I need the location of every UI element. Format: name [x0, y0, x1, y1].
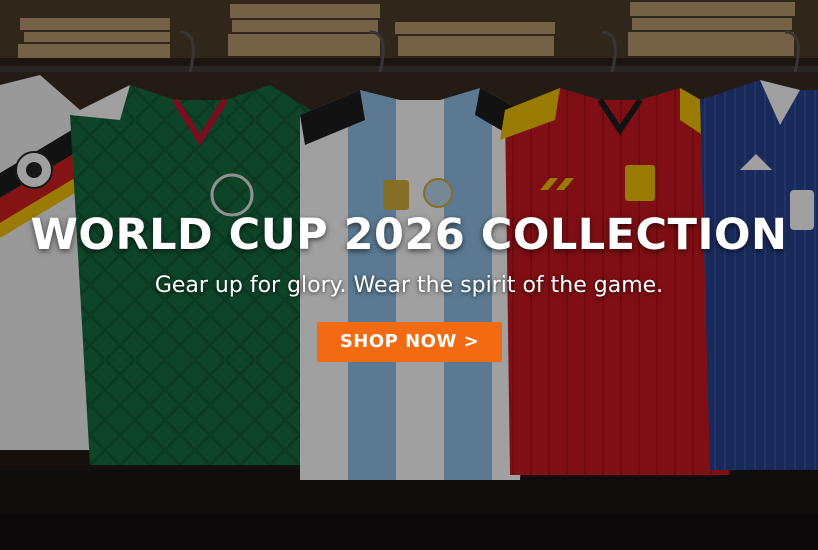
hero-banner: WORLD CUP 2026 COLLECTION Gear up for gl…	[0, 0, 818, 550]
shop-now-button[interactable]: SHOP NOW >	[317, 322, 502, 362]
hero-headline: WORLD CUP 2026 COLLECTION	[30, 210, 788, 260]
hero-subheadline: Gear up for glory. Wear the spirit of th…	[154, 273, 664, 298]
